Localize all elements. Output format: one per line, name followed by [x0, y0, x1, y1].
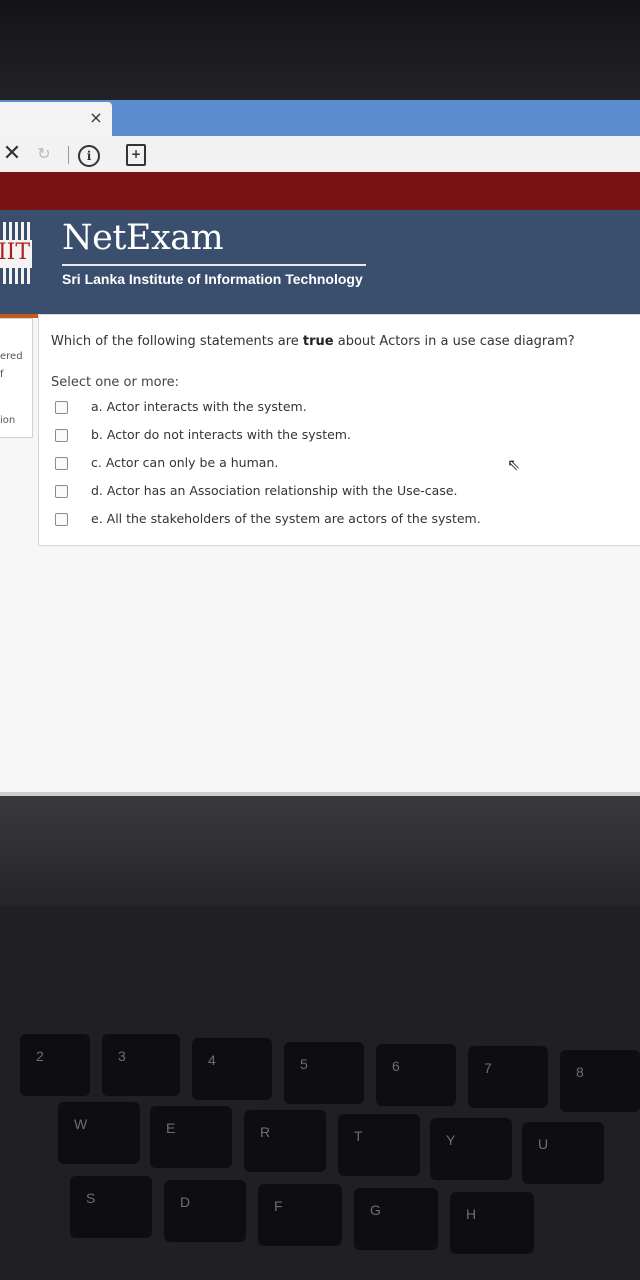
- keyboard-key: 2: [20, 1034, 90, 1096]
- close-icon[interactable]: ✕: [0, 142, 24, 166]
- logo-grid-bottom: [0, 268, 32, 284]
- key-label: H: [466, 1206, 477, 1222]
- keyboard-key: 5: [284, 1042, 364, 1104]
- site-header: IIT NetExam Sri Lanka Institute of Infor…: [0, 210, 640, 318]
- answer-label-a[interactable]: a. Actor interacts with the system.: [91, 399, 307, 414]
- keyboard-key: Y: [430, 1118, 512, 1180]
- brand-title[interactable]: NetExam: [62, 218, 224, 258]
- question-text-emphasis: true: [302, 334, 334, 349]
- browser-tab-strip: ×: [0, 100, 640, 136]
- sidebar-status-fragment: ered: [0, 351, 23, 362]
- laptop-bezel-bottom: [0, 796, 640, 906]
- key-label: 8: [576, 1064, 584, 1080]
- brand-underline: [62, 264, 366, 266]
- key-label: S: [86, 1190, 96, 1206]
- toolbar-divider: [68, 146, 69, 164]
- brand-subtitle: Sri Lanka Institute of Information Techn…: [62, 271, 363, 287]
- keyboard-key: 7: [468, 1046, 548, 1108]
- keyboard-key: 4: [192, 1038, 272, 1100]
- key-label: Y: [446, 1132, 456, 1148]
- key-label: 7: [484, 1060, 492, 1076]
- tab-close-icon[interactable]: ×: [86, 108, 106, 128]
- keyboard-key: T: [338, 1114, 420, 1176]
- keyboard-key: H: [450, 1192, 534, 1254]
- key-label: 2: [36, 1048, 44, 1064]
- key-label: E: [166, 1120, 176, 1136]
- key-label: 6: [392, 1058, 400, 1074]
- key-label: T: [354, 1128, 363, 1144]
- key-label: U: [538, 1136, 549, 1152]
- logo-grid-top: [0, 222, 32, 240]
- checkbox-b[interactable]: [55, 429, 68, 442]
- key-label: W: [74, 1116, 88, 1132]
- key-label: G: [370, 1202, 381, 1218]
- keyboard-key: U: [522, 1122, 604, 1184]
- question-info-sidebar: ered f ion: [0, 318, 33, 438]
- keyboard-key: G: [354, 1188, 438, 1250]
- keyboard-key: 8: [560, 1050, 640, 1112]
- key-label: 4: [208, 1052, 216, 1068]
- question-box: Which of the following statements are tr…: [38, 314, 640, 546]
- laptop-bezel-top: [0, 0, 640, 100]
- mouse-cursor-icon: ⇖: [507, 455, 521, 474]
- laptop-keyboard: 2 3 4 5 6 7 8 W E R T Y U S D F G H: [0, 906, 640, 1280]
- sidebar-mark-fragment: f: [0, 369, 4, 380]
- reload-icon[interactable]: ↻: [34, 142, 54, 166]
- keyboard-key: F: [258, 1184, 342, 1246]
- keyboard-key: 3: [102, 1034, 180, 1096]
- info-icon[interactable]: i: [78, 145, 100, 167]
- sidebar-flag-fragment[interactable]: ion: [0, 415, 15, 426]
- answer-label-b[interactable]: b. Actor do not interacts with the syste…: [91, 427, 351, 442]
- keyboard-key: E: [150, 1106, 232, 1168]
- question-text-end: about Actors in a use case diagram?: [333, 334, 575, 349]
- key-label: F: [274, 1198, 283, 1214]
- keyboard-key: D: [164, 1180, 246, 1242]
- page-content: ered f ion Which of the following statem…: [0, 314, 640, 792]
- keyboard-key: W: [58, 1102, 140, 1164]
- key-label: D: [180, 1194, 191, 1210]
- answer-prompt: Select one or more:: [51, 375, 180, 390]
- keyboard-key: 6: [376, 1044, 456, 1106]
- browser-toolbar: ✕ ↻ i +: [0, 136, 640, 173]
- browser-tab[interactable]: ×: [0, 102, 112, 136]
- checkbox-d[interactable]: [55, 485, 68, 498]
- page-icon[interactable]: +: [126, 144, 146, 166]
- answer-label-e[interactable]: e. All the stakeholders of the system ar…: [91, 511, 481, 526]
- answer-label-d[interactable]: d. Actor has an Association relationship…: [91, 483, 458, 498]
- checkbox-a[interactable]: [55, 401, 68, 414]
- question-text-start: Which of the following statements are: [51, 334, 303, 349]
- key-label: 5: [300, 1056, 308, 1072]
- keyboard-key: S: [70, 1176, 152, 1238]
- key-label: R: [260, 1124, 271, 1140]
- logo-text: IIT: [0, 240, 31, 265]
- logo: IIT: [0, 222, 32, 284]
- top-banner-strip: [0, 172, 640, 210]
- question-text: Which of the following statements are tr…: [51, 333, 631, 351]
- key-label: 3: [118, 1048, 126, 1064]
- checkbox-c[interactable]: [55, 457, 68, 470]
- keyboard-key: R: [244, 1110, 326, 1172]
- checkbox-e[interactable]: [55, 513, 68, 526]
- answer-label-c[interactable]: c. Actor can only be a human.: [91, 455, 278, 470]
